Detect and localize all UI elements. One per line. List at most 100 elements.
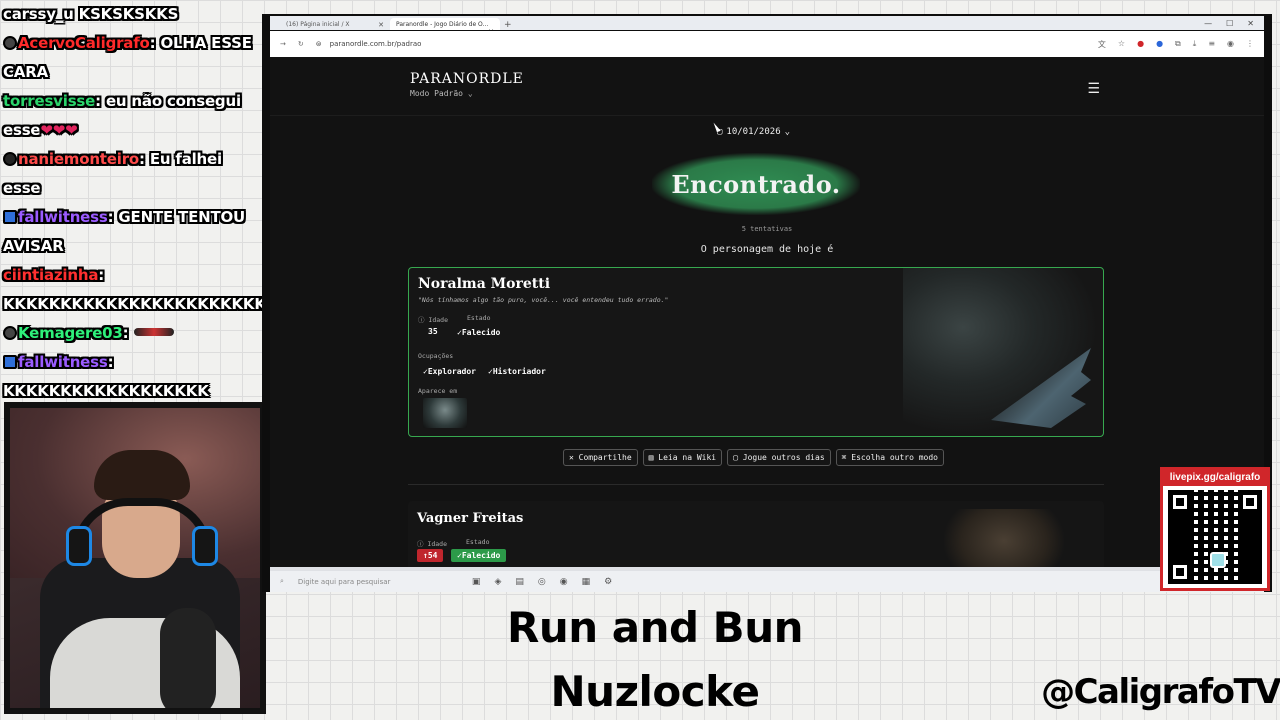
- extension-blue-icon[interactable]: ●: [1156, 39, 1163, 50]
- steam-icon[interactable]: ⚙: [604, 577, 612, 587]
- other-days-button[interactable]: ▢ Jogue outros dias: [727, 449, 831, 466]
- forward-icon[interactable]: →: [280, 40, 286, 48]
- attempt-count: 5 tentativas: [741, 225, 793, 233]
- taskview-icon[interactable]: ▣: [472, 577, 481, 587]
- chat-username[interactable]: ciintiazinha: [3, 266, 98, 284]
- taskbar-apps: ▣ ◈ ▤ ◎ ◉ ▦ ⚙: [472, 577, 612, 587]
- title-line-2: Nuzlocke: [550, 667, 760, 716]
- age-label: ⓘ Idade: [418, 314, 448, 324]
- tab-label: Paranordle - Jogo Diário de O...: [396, 21, 489, 28]
- tab-label: (16) Página inicial / X: [286, 21, 350, 28]
- other-mode-button[interactable]: ⌘ Escolha outro modo: [835, 449, 944, 466]
- wiki-label: Leia na Wiki: [658, 453, 717, 462]
- guess-age-label: ⓘ Idade: [417, 538, 447, 548]
- book-icon: ▥: [648, 453, 654, 462]
- chevron-down-icon: ⌄: [467, 89, 473, 98]
- chat-text: KSKSKSKKS: [73, 5, 179, 23]
- state-value: ✓Falecido: [457, 328, 500, 337]
- title-line-1: Run and Bun: [506, 603, 804, 652]
- translate-icon[interactable]: 文: [1098, 39, 1106, 50]
- windows-taskbar: ⌕ Digite aqui para pesquisar ▣ ◈ ▤ ◎ ◉ ▦…: [270, 567, 1264, 592]
- close-window-icon[interactable]: ✕: [1247, 19, 1254, 28]
- sub-badge-icon: [3, 210, 17, 224]
- state-label: Estado: [467, 314, 491, 322]
- reload-icon[interactable]: ↻: [298, 40, 304, 48]
- guess-name: Vagner Freitas: [417, 511, 524, 526]
- date-picker[interactable]: ▢ 10/01/2026 ⌄: [717, 127, 790, 137]
- url-field[interactable]: ⊜ paranordle.com.br/padrao: [316, 40, 1086, 48]
- terminal-icon[interactable]: ▦: [582, 577, 591, 587]
- headset-right-earcup: [192, 526, 218, 566]
- chat-overlay: carssy_u KSKSKSKKS AcervoCaligrafo: OLHA …: [0, 0, 262, 400]
- chrome-icon[interactable]: ◉: [560, 577, 568, 587]
- chat-message: Kemagere03:: [0, 319, 256, 348]
- profile-icon[interactable]: ◉: [1227, 39, 1234, 50]
- microphone: [160, 608, 216, 708]
- guess-card: Vagner Freitas ⓘ Idade Estado ↑54 ✓Falec…: [408, 501, 1104, 567]
- qr-finder-top-left: [1168, 490, 1192, 514]
- chat-username[interactable]: Kemagere03: [18, 324, 123, 342]
- new-tab-icon[interactable]: +: [504, 20, 512, 30]
- streamer-hair: [94, 450, 190, 500]
- folder-icon[interactable]: ▤: [515, 577, 524, 587]
- tab-paranordle[interactable]: Paranordle - Jogo Diário de O...✕: [390, 18, 500, 30]
- tab-x-home[interactable]: (16) Página inicial / X ✕: [280, 18, 390, 30]
- chat-message: naniemonteiro: Eu falhei esse: [0, 145, 256, 203]
- app-icon[interactable]: ◎: [538, 577, 546, 587]
- mode-dropdown[interactable]: Modo Padrão ⌄: [410, 89, 1104, 98]
- chat-username[interactable]: fallwitness: [18, 353, 108, 371]
- qr-finder-bottom-left: [1168, 560, 1192, 584]
- headset-left-earcup: [66, 526, 92, 566]
- media-icon[interactable]: ≡: [1208, 39, 1215, 50]
- result-banner: Encontrado.: [652, 153, 860, 215]
- wiki-button[interactable]: ▥ Leia na Wiki: [642, 449, 723, 466]
- chat-username[interactable]: naniemonteiro: [18, 150, 139, 168]
- webcam-feed: [4, 402, 266, 714]
- hamburger-menu-icon[interactable]: ☰: [1087, 81, 1100, 97]
- chat-message: ciintiazinha: KKKKKKKKKKKKKKKKKKKKKKKK: [0, 261, 262, 319]
- share-button[interactable]: ✕ Compartilhe: [563, 449, 638, 466]
- chat-username[interactable]: fallwitness: [18, 208, 108, 226]
- close-icon[interactable]: ✕: [378, 21, 384, 29]
- mod-badge-icon: [3, 152, 17, 166]
- character-name: Noralma Moretti: [418, 276, 551, 292]
- state-value-text: Falecido: [461, 328, 501, 337]
- today-label: O personagem de hoje é: [700, 244, 834, 255]
- date-value: 10/01/2026: [726, 127, 781, 137]
- occupations-list: ✓Explorador ✓Historiador: [423, 367, 546, 376]
- store-icon[interactable]: ◈: [494, 577, 501, 587]
- chat-username[interactable]: AcervoCaligrafo: [18, 34, 150, 52]
- site-logo[interactable]: PARANORDLE: [410, 71, 1104, 87]
- info-icon: ⓘ: [417, 540, 424, 548]
- opera-icon[interactable]: ●: [1137, 39, 1144, 50]
- occupation-text: Historiador: [492, 367, 546, 376]
- star-icon[interactable]: ☆: [1118, 39, 1125, 50]
- page-viewport: PARANORDLE Modo Padrão ⌄ ☰ ▢ 10/01/2026 …: [270, 57, 1264, 567]
- url-text: paranordle.com.br/padrao: [329, 40, 422, 48]
- taskbar-search[interactable]: Digite aqui para pesquisar: [298, 578, 458, 586]
- appears-in-label: Aparece em: [418, 387, 458, 395]
- mode-label: Modo Padrão: [410, 89, 463, 98]
- minimize-icon[interactable]: —: [1204, 19, 1212, 28]
- share-label: Compartilhe: [578, 453, 632, 462]
- character-card: Noralma Moretti "Nós tínhamos algo tão p…: [408, 267, 1104, 437]
- close-icon[interactable]: ✕: [488, 28, 494, 30]
- puzzle-icon[interactable]: ⧉: [1175, 39, 1181, 50]
- qr-code: [1168, 490, 1262, 584]
- menu-icon[interactable]: ⋮: [1246, 39, 1254, 50]
- chat-text: :: [122, 324, 129, 342]
- bot-badge-icon: [3, 36, 17, 50]
- gamepad-icon: ⌘: [841, 453, 847, 462]
- appears-in-thumbnail[interactable]: [423, 398, 467, 428]
- guess-state-text: Falecido: [461, 551, 501, 560]
- site-info-icon[interactable]: ⊜: [316, 40, 322, 48]
- chevron-down-icon: ⌄: [784, 127, 791, 137]
- livepix-label: livepix.gg/caligrafo: [1163, 470, 1267, 486]
- window-controls: — ☐ ✕: [1204, 19, 1264, 28]
- maximize-icon[interactable]: ☐: [1226, 19, 1233, 28]
- chat-username[interactable]: torresvisse: [3, 92, 95, 110]
- download-icon[interactable]: ⤓: [1193, 39, 1197, 50]
- chat-username[interactable]: carssy_u: [3, 5, 74, 23]
- calendar-icon: ▢: [733, 453, 738, 462]
- search-icon[interactable]: ⌕: [280, 577, 284, 586]
